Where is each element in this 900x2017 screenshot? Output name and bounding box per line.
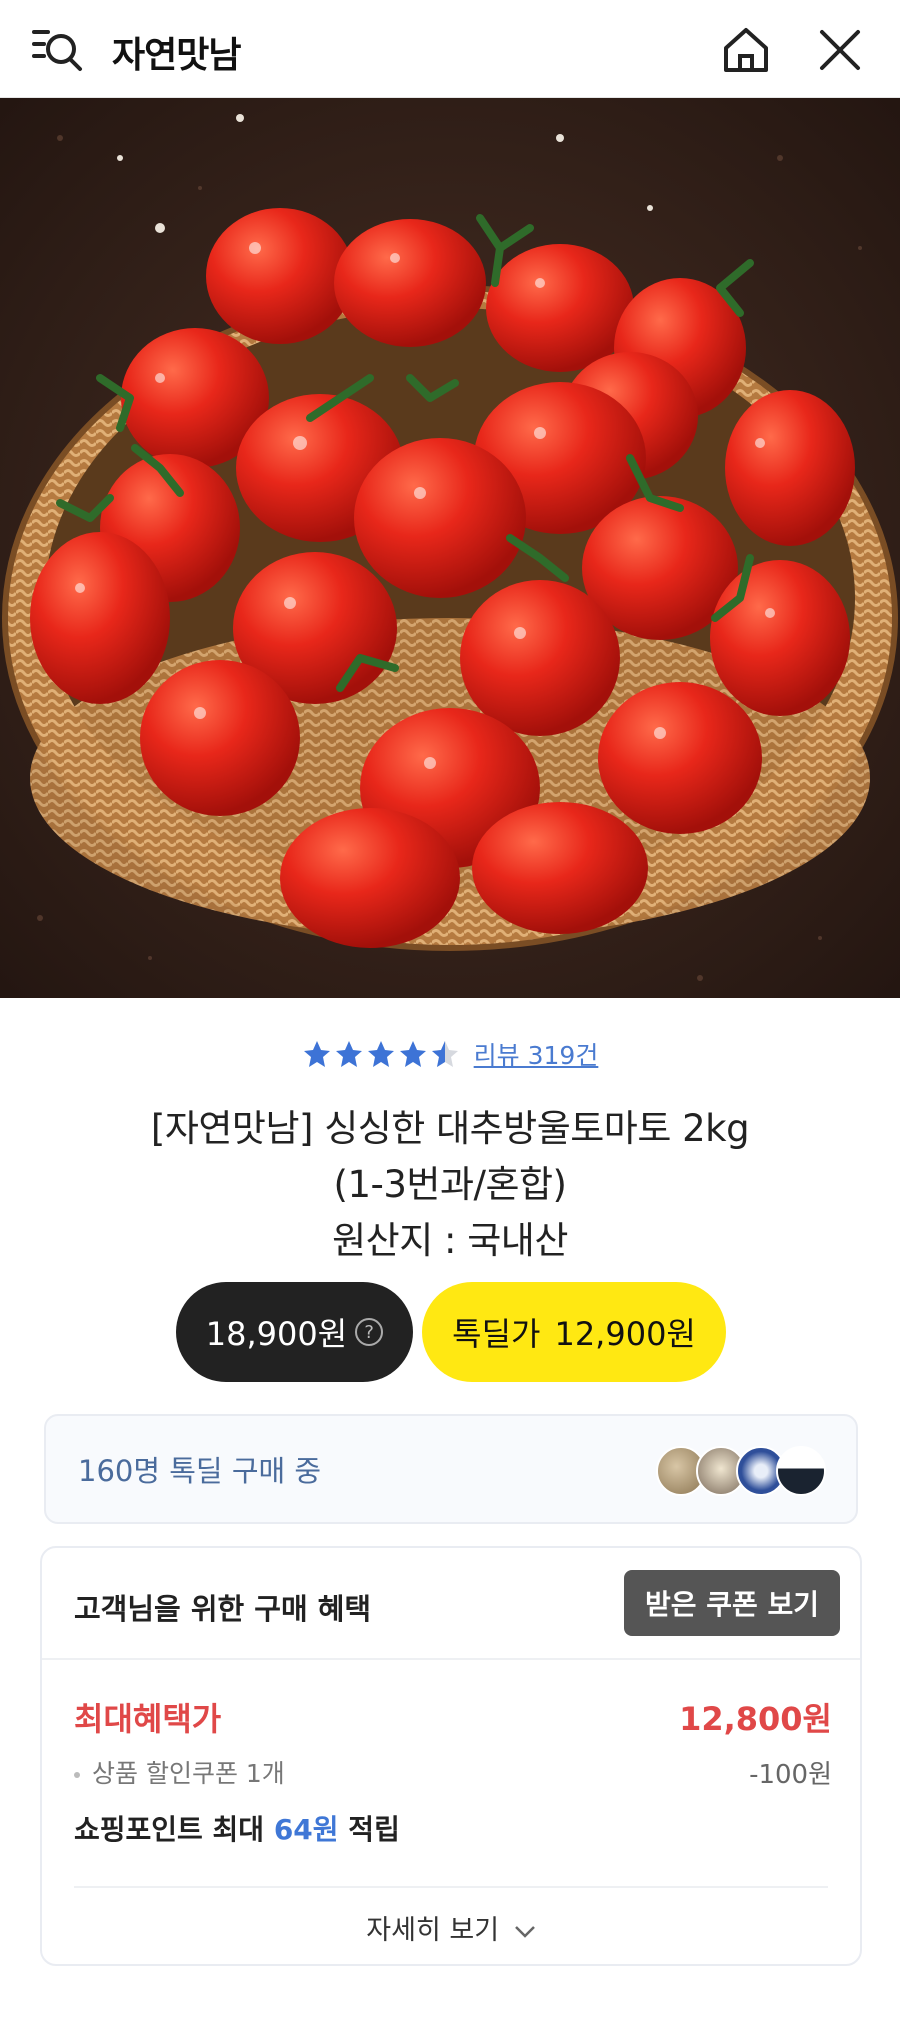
point-suffix: 적립 xyxy=(338,1813,400,1846)
point-value: 64원 xyxy=(273,1813,339,1846)
buyers-count-text: 160명 톡딜 구매 중 xyxy=(78,1454,322,1488)
store-name[interactable]: 자연맛남 xyxy=(112,26,241,78)
bullet-dot xyxy=(74,1772,80,1778)
divider xyxy=(42,1658,860,1660)
coupon-discount-amount: -100원 xyxy=(749,1760,832,1790)
review-count-link[interactable]: 리뷰 319건 xyxy=(474,1036,599,1072)
buyers-banner: 160명 톡딜 구매 중 xyxy=(44,1414,858,1524)
deal-price-pill[interactable]: 톡딜가 12,900원 xyxy=(422,1282,726,1382)
view-details-label: 자세히 보기 xyxy=(366,1915,500,1946)
benefit-heading: 고객님을 위한 구매 혜택 xyxy=(74,1592,372,1626)
original-price: 18,900원 xyxy=(205,1315,348,1353)
half-star-icon xyxy=(431,1041,458,1067)
buyer-avatars xyxy=(656,1446,826,1496)
product-image[interactable] xyxy=(0,98,900,998)
max-benefit-price: 12,800원 xyxy=(679,1700,832,1738)
question-icon[interactable]: ? xyxy=(355,1318,384,1346)
avatar xyxy=(776,1446,826,1496)
chevron-down-icon xyxy=(514,1925,535,1938)
point-prefix: 쇼핑포인트 최대 xyxy=(74,1813,274,1846)
view-coupons-button[interactable]: 받은 쿠폰 보기 xyxy=(624,1570,840,1636)
star-icon xyxy=(399,1041,426,1067)
top-bar: 자연맛남 xyxy=(0,0,900,98)
max-benefit-label: 최대혜택가 xyxy=(74,1700,222,1738)
product-title-grade: (1-3번과/혼합) xyxy=(333,1163,567,1206)
coupon-line: 상품 할인쿠폰 1개 xyxy=(74,1754,285,1790)
shopping-point-line: 쇼핑포인트 최대 64원 적립 xyxy=(74,1808,400,1848)
original-price-pill[interactable]: 18,900원 ? xyxy=(176,1282,413,1382)
star-icon xyxy=(367,1041,394,1067)
product-title: [자연맛남] 싱싱한 대추방울토마토 2kg xyxy=(150,1107,750,1150)
deal-label: 톡딜가 xyxy=(452,1315,541,1353)
divider xyxy=(74,1886,828,1888)
tomato-basket-illustration xyxy=(0,98,900,998)
home-icon[interactable] xyxy=(718,22,774,78)
star-icon xyxy=(335,1041,362,1067)
star-rating xyxy=(302,1039,460,1069)
purchase-benefit-card: 고객님을 위한 구매 혜택 받은 쿠폰 보기 최대혜택가 12,800원 상품 … xyxy=(40,1546,862,1966)
deal-price: 12,900원 xyxy=(554,1315,696,1353)
rating-row: 리뷰 319건 xyxy=(0,1036,900,1072)
star-icon xyxy=(303,1041,330,1067)
product-origin: 원산지 : 국내산 xyxy=(332,1219,568,1262)
menu-search-icon[interactable] xyxy=(30,24,88,74)
coupon-line-text: 상품 할인쿠폰 1개 xyxy=(92,1759,285,1788)
view-details-button[interactable]: 자세히 보기 xyxy=(42,1908,860,1947)
close-icon[interactable] xyxy=(812,24,868,76)
